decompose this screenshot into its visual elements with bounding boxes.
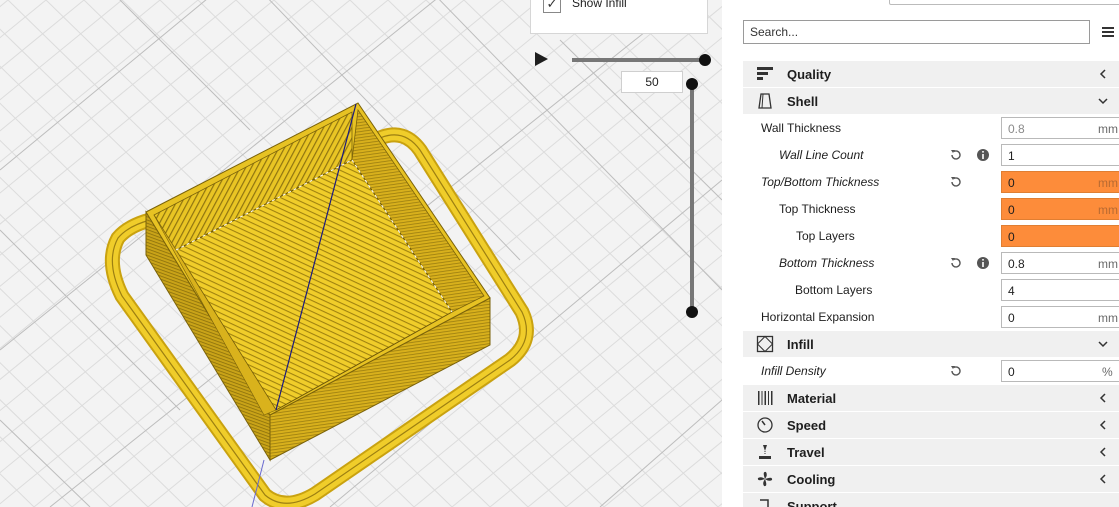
chevron-left-icon	[1099, 447, 1106, 457]
layer-slider-bottom-handle	[686, 306, 698, 318]
grid-line	[0, 362, 149, 507]
travel-icon	[759, 445, 771, 459]
setting-label: Bottom Layers	[795, 283, 873, 297]
setting-label: Wall Thickness	[761, 121, 842, 135]
chevron-down-icon	[1098, 341, 1108, 348]
chevron-left-icon	[1099, 393, 1106, 403]
shell-icon	[758, 93, 772, 109]
setting-bottom-layers: Bottom Layers 4	[743, 277, 1119, 303]
setting-bottom-thickness: Bottom Thickness 0.8 mm	[743, 250, 1119, 276]
category-speed[interactable]: Speed	[743, 412, 1119, 438]
category-support[interactable]: Support	[743, 493, 1119, 507]
info-icon[interactable]	[976, 256, 990, 270]
category-travel-label: Travel	[787, 445, 825, 460]
category-material-label: Material	[787, 391, 837, 406]
category-travel[interactable]: Travel	[743, 439, 1119, 465]
setting-label: Bottom Thickness	[779, 256, 875, 270]
infill-icon	[756, 335, 774, 353]
show-infill-checkbox[interactable]: ✓	[543, 0, 561, 13]
bottom-thickness-field[interactable]: 0.8 mm	[1001, 252, 1119, 274]
category-infill[interactable]: Infill	[743, 331, 1119, 357]
setting-top-layers: Top Layers 0	[743, 223, 1119, 249]
info-icon[interactable]	[976, 148, 990, 162]
category-speed-label: Speed	[787, 418, 827, 433]
infill-density-field[interactable]: 0 %	[1001, 360, 1119, 382]
grid-line	[0, 0, 123, 101]
category-cooling[interactable]: Cooling	[743, 466, 1119, 492]
play-icon[interactable]	[533, 50, 551, 68]
material-icon	[758, 391, 773, 405]
category-infill-label: Infill	[787, 337, 814, 352]
setting-label: Top Layers	[796, 229, 855, 243]
printed-model[interactable]	[145, 102, 491, 507]
speed-icon	[757, 417, 773, 433]
layer-slider-top-handle	[686, 78, 698, 90]
profile-selector[interactable]	[889, 0, 1119, 5]
reset-icon[interactable]	[949, 175, 963, 189]
setting-label: Horizontal Expansion	[761, 310, 875, 324]
horizontal-expansion-field[interactable]: 0 mm	[1001, 306, 1119, 328]
setting-wall-thickness: Wall Thickness 0.8 mm	[743, 115, 1119, 141]
settings-search-input[interactable]	[743, 20, 1090, 44]
setting-top-thickness: Top Thickness 0 mm	[743, 196, 1119, 222]
category-shell-label: Shell	[787, 94, 819, 109]
category-quality-label: Quality	[787, 67, 832, 82]
cooling-icon	[757, 471, 773, 487]
wall-line-count-field[interactable]: 1	[1001, 144, 1119, 166]
show-infill-label: Show Infill	[572, 0, 627, 10]
top-bottom-thickness-field[interactable]: 0 mm	[1001, 171, 1119, 193]
setting-label: Wall Line Count	[779, 148, 864, 162]
layer-slider-horizontal-handle	[699, 54, 711, 66]
reset-icon[interactable]	[949, 256, 963, 270]
chevron-left-icon	[1099, 69, 1106, 79]
setting-label: Infill Density	[761, 364, 826, 378]
layer-number-field[interactable]: 50	[621, 71, 683, 93]
quality-icon	[757, 67, 773, 80]
print-settings-panel: Quality Shell Wall Thickness 0.8 mm Wall…	[722, 0, 1119, 507]
grid-line	[0, 399, 111, 507]
setting-label: Top/Bottom Thickness	[761, 175, 880, 189]
category-quality[interactable]: Quality	[743, 61, 1119, 87]
setting-infill-density: Infill Density 0 %	[743, 358, 1119, 384]
wall-thickness-field[interactable]: 0.8 mm	[1001, 117, 1119, 139]
setting-label: Top Thickness	[779, 202, 856, 216]
show-infill-panel: ✓ Show Infill	[530, 0, 708, 34]
category-shell[interactable]: Shell	[743, 88, 1119, 114]
3d-viewport[interactable]: ✓ Show Infill 50	[0, 0, 722, 507]
category-cooling-label: Cooling	[787, 472, 836, 487]
chevron-left-icon	[1099, 420, 1106, 430]
top-layers-field[interactable]: 0	[1001, 225, 1119, 247]
chevron-left-icon	[1099, 474, 1106, 484]
category-material[interactable]: Material	[743, 385, 1119, 411]
setting-horizontal-expansion: Horizontal Expansion 0 mm	[743, 304, 1119, 330]
support-icon	[760, 499, 769, 507]
reset-icon[interactable]	[949, 148, 963, 162]
reset-icon[interactable]	[949, 364, 963, 378]
settings-menu-icon[interactable]	[1102, 26, 1114, 38]
chevron-down-icon	[1098, 98, 1108, 105]
setting-wall-line-count: Wall Line Count 1	[743, 142, 1119, 168]
grid-line	[0, 0, 9, 8]
bottom-layers-field[interactable]: 4	[1001, 279, 1119, 301]
category-support-label: Support	[787, 499, 837, 507]
setting-top-bottom-thickness: Top/Bottom Thickness 0 mm	[743, 169, 1119, 195]
top-thickness-field[interactable]: 0 mm	[1001, 198, 1119, 220]
